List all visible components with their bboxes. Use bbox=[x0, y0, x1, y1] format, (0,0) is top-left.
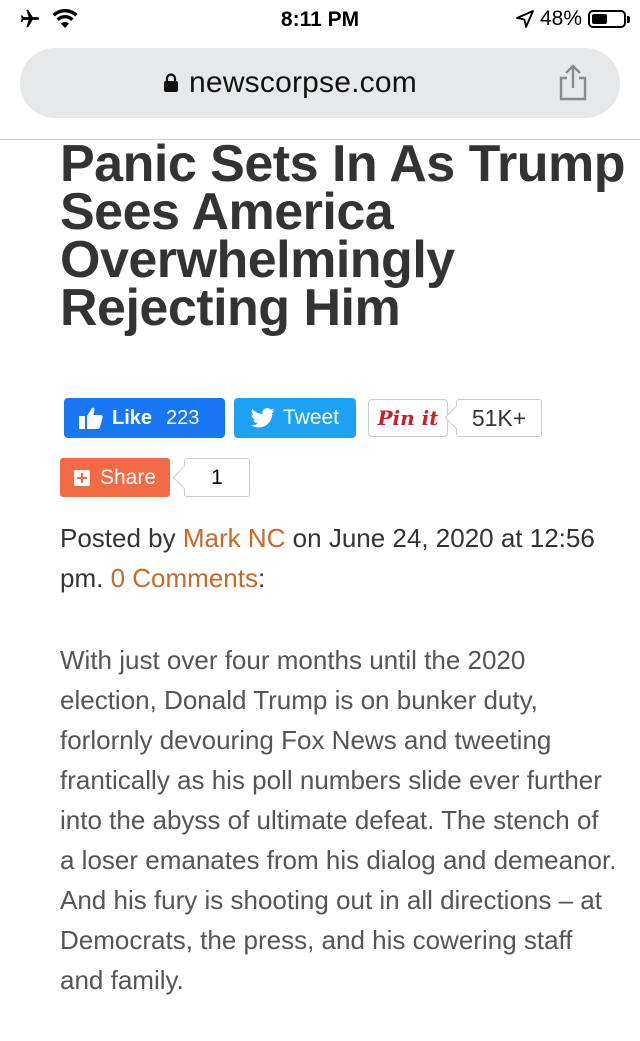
status-right: 48% bbox=[516, 7, 630, 31]
pinterest-button[interactable]: Pin it bbox=[368, 399, 448, 437]
battery-percent: 48% bbox=[539, 7, 582, 30]
share-button[interactable]: Share bbox=[60, 458, 170, 497]
url-text[interactable]: newscorpse.com bbox=[189, 66, 417, 100]
share-icon[interactable] bbox=[556, 64, 590, 102]
share-label: Share bbox=[99, 465, 157, 489]
address-bar[interactable]: newscorpse.com bbox=[20, 48, 620, 118]
byline: Posted by Mark NC on June 24, 2020 at 12… bbox=[60, 518, 600, 598]
tweet-button[interactable]: Tweet bbox=[234, 398, 356, 438]
tweet-label: Tweet bbox=[282, 406, 340, 429]
status-bar: 8:11 PM 48% bbox=[0, 0, 640, 40]
pin-it-label: Pin it bbox=[377, 406, 439, 430]
posted-by-text: Posted by bbox=[60, 523, 176, 553]
like-count: 223 bbox=[166, 406, 200, 429]
share-count: 1 bbox=[184, 458, 250, 497]
plus-icon bbox=[73, 469, 90, 486]
thumbs-up-icon bbox=[79, 407, 103, 429]
pinterest-count: 51K+ bbox=[456, 399, 542, 437]
twitter-bird-icon bbox=[250, 408, 275, 428]
location-arrow-icon bbox=[516, 10, 534, 28]
battery-icon bbox=[588, 10, 630, 28]
author-link[interactable]: Mark NC bbox=[183, 523, 286, 553]
share-buttons: Share 1 bbox=[60, 458, 250, 497]
article-title: Panic Sets In As Trump Sees America Over… bbox=[60, 135, 626, 337]
article-paragraph: With just over four months until the 202… bbox=[60, 645, 617, 995]
facebook-like-button[interactable]: Like 223 bbox=[64, 398, 225, 438]
like-label: Like bbox=[112, 406, 153, 429]
comments-link[interactable]: 0 Comments bbox=[111, 563, 258, 593]
byline-colon: : bbox=[257, 563, 266, 593]
social-buttons: Like 223 Tweet Pin it 51K+ bbox=[64, 398, 542, 438]
lock-icon bbox=[164, 73, 179, 92]
